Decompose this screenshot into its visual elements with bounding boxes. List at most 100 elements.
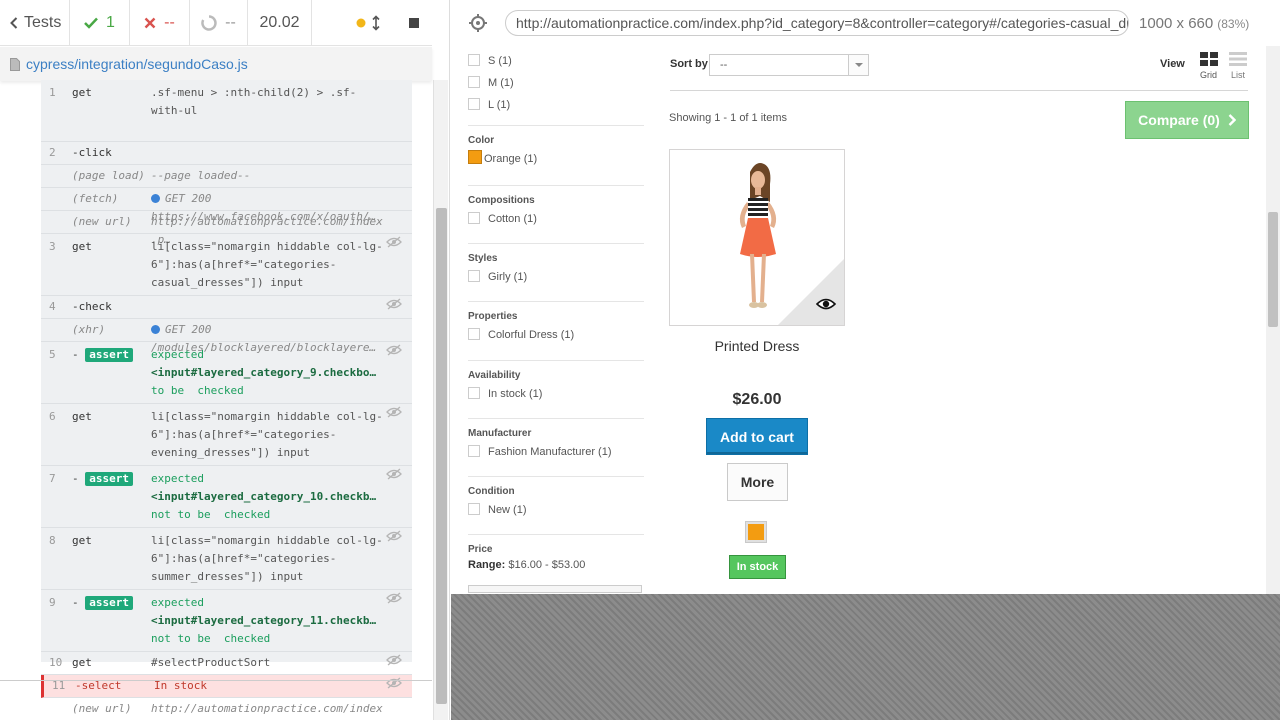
- checkbox[interactable]: [468, 270, 480, 282]
- command-row[interactable]: 8 get li[class="nomargin hiddable col-lg-6…: [41, 528, 412, 590]
- pending-count[interactable]: --: [190, 0, 248, 45]
- filter-item[interactable]: In stock (1): [468, 385, 644, 407]
- command-row[interactable]: 9 - assert expected <input#layered_category…: [41, 590, 412, 652]
- list-view-icon[interactable]: [1229, 52, 1247, 66]
- more-button[interactable]: More: [727, 463, 788, 501]
- checkbox[interactable]: [468, 54, 480, 66]
- command-row[interactable]: (new url) http://automationpractice.com/i…: [41, 698, 412, 720]
- filter-group: Manufacturer Fashion Manufacturer (1): [468, 418, 644, 476]
- size-filter-item[interactable]: S (1): [468, 50, 644, 72]
- product-count: Showing 1 - 1 of 1 items: [669, 112, 788, 124]
- command-row[interactable]: (page load) --page loaded--: [41, 165, 412, 188]
- checkbox[interactable]: [468, 328, 480, 340]
- filter-item[interactable]: Cotton (1): [468, 210, 644, 232]
- command-name-cell: - assert: [72, 470, 152, 488]
- sort-select[interactable]: --: [709, 54, 869, 76]
- command-name: (new url): [72, 215, 132, 228]
- duration: 20.02: [248, 0, 312, 45]
- eye-slash-icon[interactable]: [386, 529, 402, 543]
- command-row[interactable]: (new url) http://automationpractice.com/i…: [41, 211, 412, 246]
- eye-slash-icon[interactable]: [386, 405, 402, 419]
- aut-scrollbar[interactable]: [1266, 46, 1280, 594]
- command-row[interactable]: 1 get .sf-menu > :nth-child(2) > .sf-with-…: [41, 80, 412, 142]
- eye-slash-icon[interactable]: [386, 235, 402, 249]
- command-name-cell: get: [72, 84, 152, 102]
- list-view-label[interactable]: List: [1231, 70, 1245, 80]
- price-filter: Price Range: $16.00 - $53.00: [468, 534, 644, 590]
- reporter-scrollbar-thumb[interactable]: [436, 208, 447, 704]
- spec-path[interactable]: cypress/integration/segundoCaso.js: [26, 56, 248, 72]
- command-row[interactable]: 10 get #selectProductSort: [41, 652, 412, 675]
- eye-slash-icon[interactable]: [386, 653, 402, 667]
- x-icon: [144, 17, 156, 28]
- command-message-cell: expected <input#layered_category_10.check…: [151, 470, 383, 524]
- grid-view-icon[interactable]: [1200, 52, 1218, 66]
- size-filter-item[interactable]: M (1): [468, 72, 644, 94]
- assert-message: expected <input#layered_category_9.checkb…: [151, 346, 383, 400]
- command-row[interactable]: 7 - assert expected <input#layered_category…: [41, 466, 412, 528]
- grid-view-label[interactable]: Grid: [1200, 70, 1217, 80]
- command-row[interactable]: (xhr) GET 200 /modules/blocklayered/block…: [41, 319, 412, 354]
- assert-line: expected: [151, 596, 204, 609]
- product-image[interactable]: [669, 149, 845, 326]
- product-name[interactable]: Printed Dress: [669, 338, 845, 354]
- eye-slash-icon[interactable]: [386, 297, 402, 311]
- viewport-size[interactable]: 1000 x 660 (83%): [1139, 15, 1249, 32]
- eye-slash-icon[interactable]: [386, 676, 402, 690]
- command-name-cell: (new url): [72, 213, 152, 231]
- viewport-dimensions: 1000 x 660: [1139, 14, 1214, 32]
- command-log: 1 get .sf-menu > :nth-child(2) > .sf-with-…: [41, 80, 412, 715]
- checkbox[interactable]: [468, 445, 480, 457]
- passed-count[interactable]: 1: [70, 0, 130, 45]
- command-message-cell: li[class="nomargin hiddable col-lg-6"]:h…: [151, 532, 383, 586]
- product-color-swatch[interactable]: [745, 521, 767, 543]
- command-name-cell: -click: [72, 144, 152, 162]
- url-display[interactable]: http://automationpractice.com/index.php?…: [505, 10, 1129, 36]
- assert-line: not to be checked: [151, 508, 271, 521]
- aut-scrollbar-thumb[interactable]: [1268, 212, 1278, 327]
- command-name: get: [72, 240, 92, 253]
- command-row[interactable]: 5 - assert expected <input#layered_category…: [41, 342, 412, 404]
- add-to-cart-button[interactable]: Add to cart: [706, 418, 808, 455]
- command-message-cell: li[class="nomargin hiddable col-lg-6"]:h…: [151, 238, 383, 292]
- tests-back-button[interactable]: Tests: [0, 0, 70, 45]
- eye-slash-icon[interactable]: [386, 591, 402, 605]
- checkbox[interactable]: [468, 212, 480, 224]
- filter-item[interactable]: Colorful Dress (1): [468, 326, 644, 348]
- filter-item[interactable]: New (1): [468, 501, 644, 523]
- size-filter-item[interactable]: L (1): [468, 94, 644, 116]
- eye-slash-icon[interactable]: [386, 467, 402, 481]
- sort-value: --: [720, 59, 728, 71]
- command-row[interactable]: (fetch) GET 200 https://www.facebook.com/…: [41, 188, 412, 223]
- filter-item[interactable]: Girly (1): [468, 268, 644, 290]
- command-row[interactable]: 6 get li[class="nomargin hiddable col-lg-6…: [41, 404, 412, 466]
- command-row[interactable]: 11 -select In stock: [41, 675, 412, 698]
- command-row[interactable]: 4 -check: [41, 296, 412, 319]
- failed-count[interactable]: --: [130, 0, 190, 45]
- command-row[interactable]: 2 -click: [41, 142, 412, 165]
- spec-file-bar[interactable]: cypress/integration/segundoCaso.js: [0, 47, 432, 81]
- assert-line: expected: [151, 472, 204, 485]
- filter-title: Properties: [468, 311, 518, 322]
- auto-scroll-toggle[interactable]: [356, 14, 384, 31]
- command-row[interactable]: 3 get li[class="nomargin hiddable col-lg-6…: [41, 234, 412, 296]
- selector-playground-button[interactable]: [451, 14, 505, 32]
- command-number: 3: [49, 240, 56, 253]
- compare-button[interactable]: Compare (0): [1125, 101, 1249, 139]
- reporter-header: Tests 1 -- -- 20.02: [0, 0, 432, 46]
- filter-item[interactable]: Fashion Manufacturer (1): [468, 443, 644, 465]
- color-swatch[interactable]: [468, 150, 482, 164]
- eye-slash-icon[interactable]: [386, 343, 402, 357]
- stop-icon[interactable]: [408, 17, 420, 29]
- file-icon: [10, 57, 20, 71]
- reporter-scrollbar[interactable]: [433, 80, 448, 720]
- filter-item-label: In stock (1): [488, 388, 543, 400]
- checkbox[interactable]: [468, 503, 480, 515]
- eye-icon[interactable]: [816, 297, 836, 311]
- range-label: Range:: [468, 559, 506, 571]
- checkbox[interactable]: [468, 387, 480, 399]
- checkbox[interactable]: [468, 98, 480, 110]
- color-filter-item[interactable]: Orange (1): [468, 150, 644, 172]
- price-slider[interactable]: [468, 585, 642, 593]
- checkbox[interactable]: [468, 76, 480, 88]
